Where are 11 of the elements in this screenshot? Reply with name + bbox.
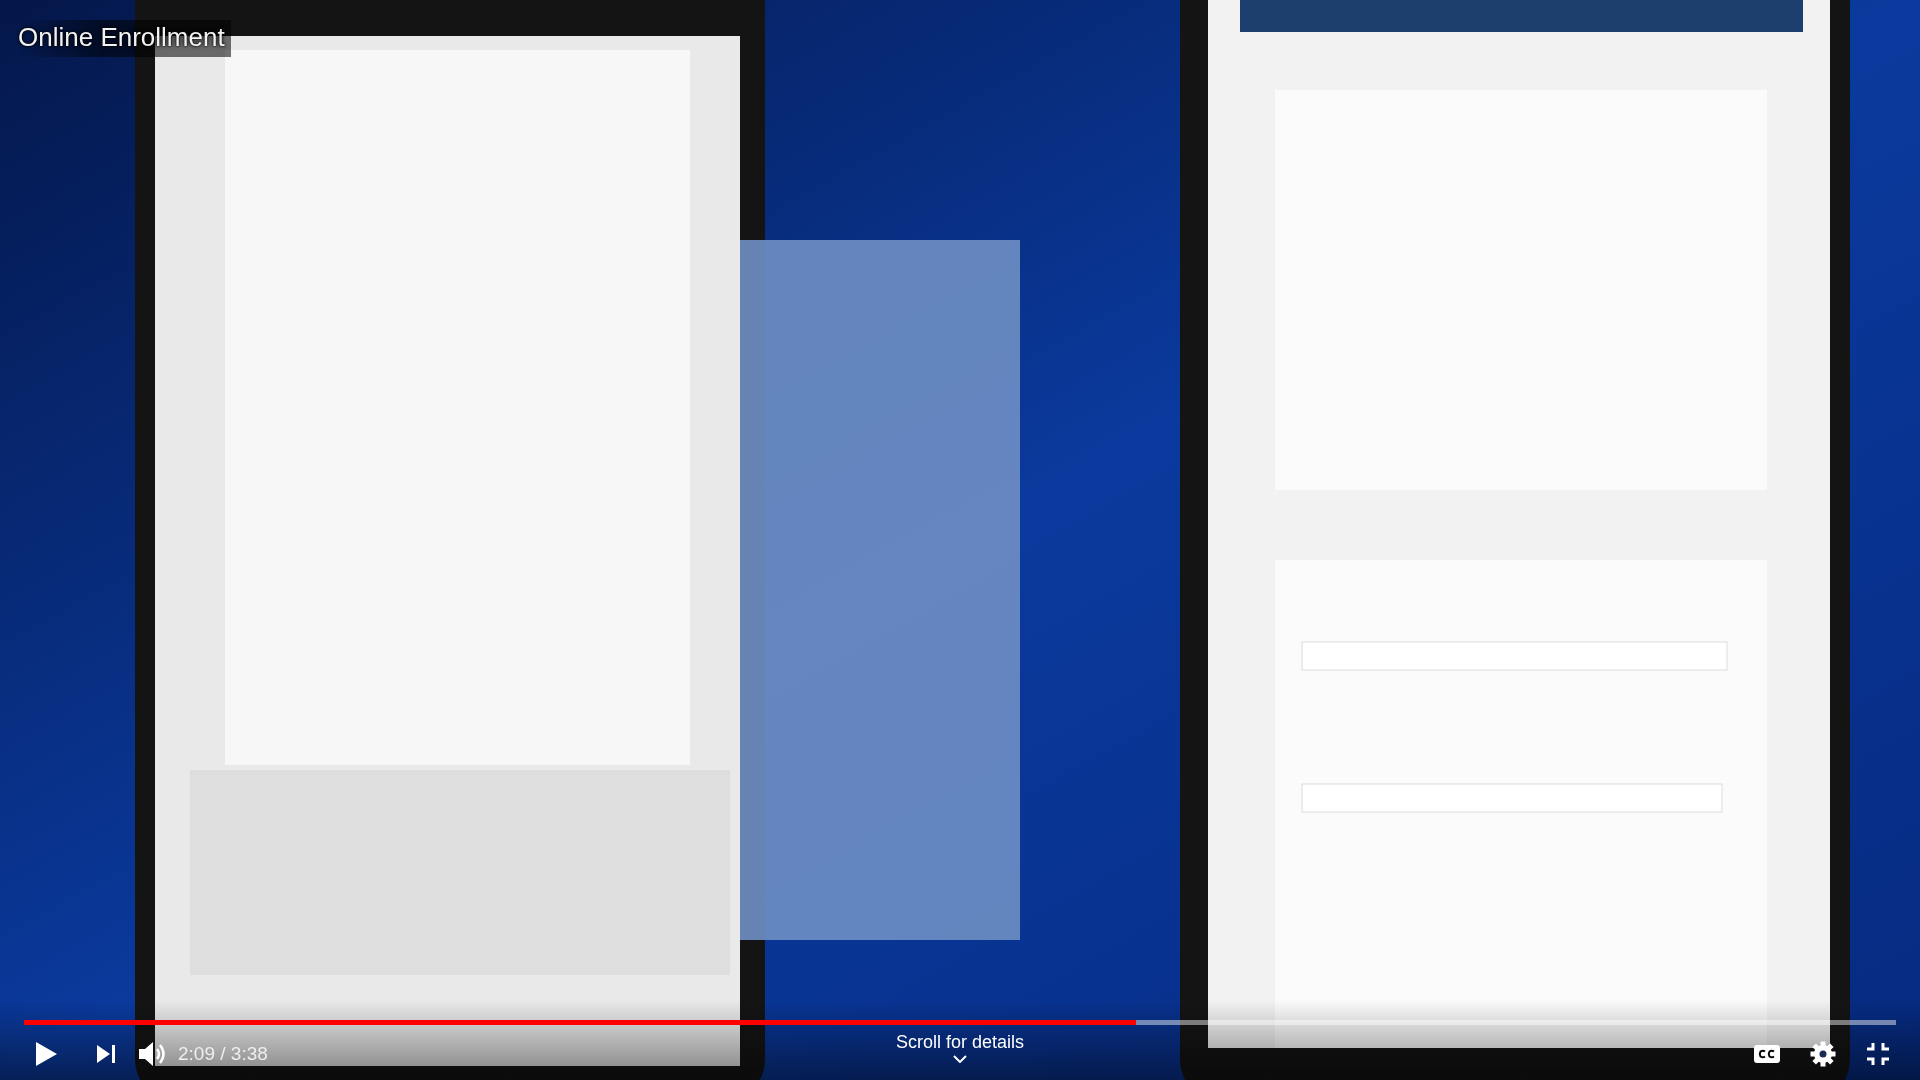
settings-icon[interactable] xyxy=(1810,1041,1836,1067)
volume-icon[interactable] xyxy=(138,1041,168,1067)
progress-bar[interactable] xyxy=(24,1020,1896,1025)
captions-icon[interactable] xyxy=(1754,1045,1780,1063)
scroll-hint[interactable]: Scroll for details xyxy=(895,1032,1025,1063)
exit-fullscreen-icon[interactable] xyxy=(1866,1042,1890,1066)
next-icon[interactable] xyxy=(96,1044,116,1064)
video-title[interactable]: Online Enrollment xyxy=(18,20,231,57)
chevron-down-icon xyxy=(953,1055,967,1063)
play-icon[interactable] xyxy=(34,1041,58,1067)
time-display: 2:09 / 3:38 xyxy=(178,1043,268,1065)
